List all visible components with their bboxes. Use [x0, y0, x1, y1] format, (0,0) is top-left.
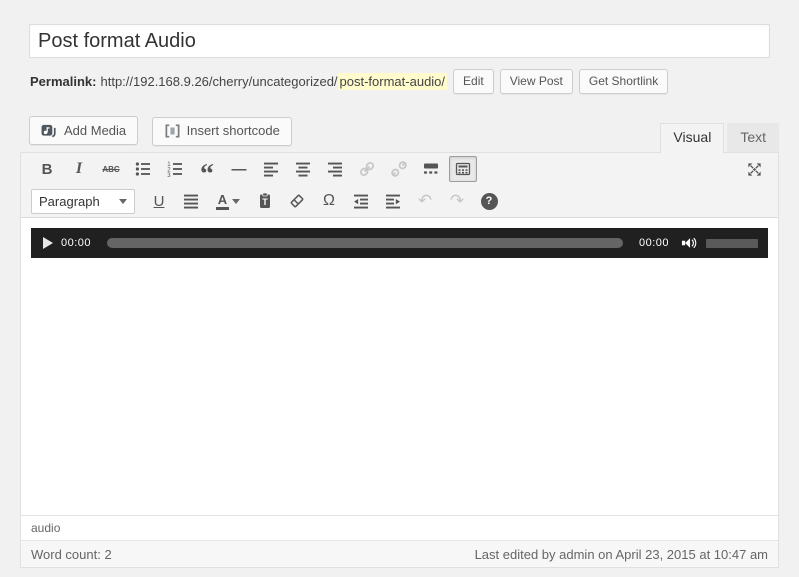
undo-button[interactable]: ↶ — [411, 188, 439, 214]
underline-button[interactable]: U — [145, 188, 173, 214]
view-post-button[interactable]: View Post — [500, 69, 573, 95]
link-icon — [358, 160, 376, 178]
svg-text:T: T — [262, 197, 268, 207]
eraser-icon — [288, 192, 306, 210]
indent-button[interactable] — [379, 188, 407, 214]
word-count-label: Word count: — [31, 547, 101, 562]
bold-button[interactable]: B — [33, 156, 61, 182]
unlink-icon — [390, 160, 408, 178]
align-right-button[interactable] — [321, 156, 349, 182]
kitchen-sink-icon — [454, 160, 472, 178]
align-center-icon — [294, 160, 312, 178]
svg-text:3: 3 — [167, 173, 171, 178]
read-more-button[interactable] — [417, 156, 445, 182]
outdent-button[interactable] — [347, 188, 375, 214]
question-circle-icon: ? — [481, 193, 498, 210]
word-count: Word count: 2 — [31, 547, 112, 562]
add-media-label: Add Media — [64, 123, 126, 138]
play-icon[interactable] — [43, 237, 53, 249]
permalink-row: Permalink: http://192.168.9.26/cherry/un… — [30, 68, 779, 95]
help-button[interactable]: ? — [475, 188, 503, 214]
progress-rail[interactable] — [107, 238, 623, 248]
outdent-icon — [352, 192, 370, 210]
special-character-button[interactable]: Ω — [315, 188, 343, 214]
remove-link-button[interactable] — [385, 156, 413, 182]
edit-permalink-button[interactable]: Edit — [453, 69, 494, 95]
paste-text-icon: T — [256, 192, 274, 210]
text-color-button[interactable]: A — [209, 188, 247, 214]
media-buttons-row: Add Media Insert shortcode Visual Text — [20, 116, 779, 152]
permalink-slug[interactable]: post-format-audio/ — [338, 73, 448, 90]
align-left-icon — [262, 160, 280, 178]
bulleted-list-icon — [134, 160, 152, 178]
duration-time: 00:00 — [639, 237, 669, 249]
insert-shortcode-icon — [164, 124, 181, 138]
insert-link-button[interactable] — [353, 156, 381, 182]
numbered-list-button[interactable]: 1 2 3 — [161, 156, 189, 182]
tab-text[interactable]: Text — [727, 123, 779, 153]
toolbar-toggle-button[interactable] — [449, 156, 477, 182]
text-color-indicator: A — [216, 193, 229, 210]
word-count-value: 2 — [104, 547, 111, 562]
editor-content-area[interactable]: 00:00 00:00 — [21, 217, 778, 515]
format-select[interactable]: Paragraph — [31, 189, 135, 214]
add-media-icon — [41, 123, 58, 138]
strikethrough-button[interactable]: ABC — [97, 156, 125, 182]
permalink-label: Permalink: — [30, 74, 96, 89]
get-shortlink-button[interactable]: Get Shortlink — [579, 69, 668, 95]
permalink-url: http://192.168.9.26/cherry/uncategorized… — [100, 74, 337, 89]
format-select-value: Paragraph — [39, 194, 100, 209]
post-edit-screen: Permalink: http://192.168.9.26/cherry/un… — [0, 0, 799, 577]
bulleted-list-button[interactable] — [129, 156, 157, 182]
current-time: 00:00 — [61, 237, 91, 249]
audio-player: 00:00 00:00 — [31, 228, 768, 258]
distraction-free-button[interactable] — [740, 156, 768, 182]
element-path-bar: audio — [21, 515, 778, 540]
justify-button[interactable] — [177, 188, 205, 214]
paste-as-text-button[interactable]: T — [251, 188, 279, 214]
italic-button[interactable]: I — [65, 156, 93, 182]
fullscreen-expand-icon — [746, 161, 763, 178]
indent-icon — [384, 192, 402, 210]
toolbar-row-1: B I ABC 1 2 3 “ — — [21, 153, 778, 185]
chevron-down-icon — [232, 199, 240, 204]
clear-formatting-button[interactable] — [283, 188, 311, 214]
insert-shortcode-button[interactable]: Insert shortcode — [152, 117, 292, 146]
add-media-button[interactable]: Add Media — [29, 116, 138, 145]
numbered-list-icon: 1 2 3 — [166, 160, 184, 178]
toolbar-row-2: Paragraph U A — [21, 185, 778, 217]
blockquote-button[interactable]: “ — [193, 156, 221, 182]
tab-visual[interactable]: Visual — [660, 123, 724, 153]
editor-status-bar: Word count: 2 Last edited by admin on Ap… — [21, 540, 778, 567]
editor-mode-tabs: Visual Text — [660, 123, 779, 153]
speaker-icon[interactable] — [681, 236, 698, 250]
chevron-down-icon — [119, 199, 127, 204]
redo-button[interactable]: ↷ — [443, 188, 471, 214]
align-right-icon — [326, 160, 344, 178]
post-title-input[interactable] — [29, 24, 770, 58]
element-path-item[interactable]: audio — [31, 521, 60, 535]
justify-icon — [182, 192, 200, 210]
volume-slider[interactable] — [706, 239, 758, 248]
align-left-button[interactable] — [257, 156, 285, 182]
align-center-button[interactable] — [289, 156, 317, 182]
read-more-icon — [422, 160, 440, 178]
insert-shortcode-label: Insert shortcode — [187, 123, 280, 138]
last-edited-text: Last edited by admin on April 23, 2015 a… — [475, 547, 768, 562]
editor-container: B I ABC 1 2 3 “ — — [20, 152, 779, 568]
horizontal-rule-button[interactable]: — — [225, 156, 253, 182]
